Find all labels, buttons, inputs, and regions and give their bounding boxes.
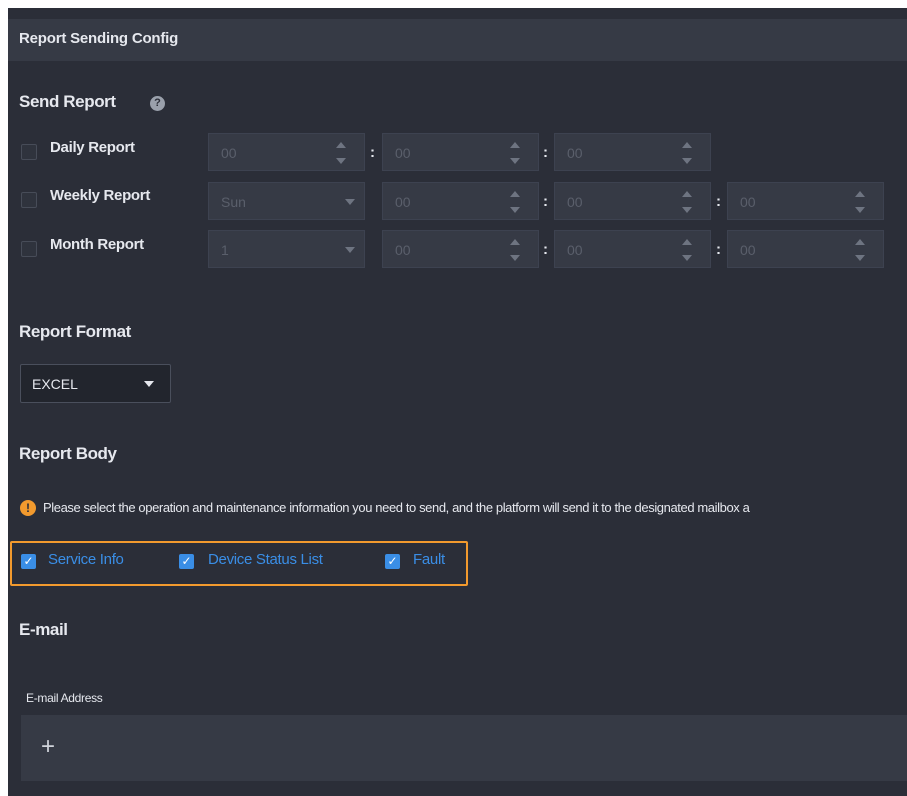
- time-separator: :: [370, 144, 375, 161]
- report-format-value: EXCEL: [32, 376, 78, 392]
- panel-title: Report Sending Config: [19, 30, 179, 47]
- daily-hour-value: 00: [221, 145, 237, 161]
- device-status-list-checkbox[interactable]: ✓: [179, 554, 194, 569]
- time-separator: :: [543, 193, 548, 210]
- weekly-second-value: 00: [740, 194, 756, 210]
- spinner-arrows-icon[interactable]: [510, 239, 520, 261]
- spinner-arrows-icon[interactable]: [682, 239, 692, 261]
- weekly-day-select[interactable]: Sun: [208, 182, 365, 220]
- daily-second-spinner[interactable]: 00: [554, 133, 711, 171]
- month-hour-value: 00: [395, 242, 411, 258]
- weekly-second-spinner[interactable]: 00: [727, 182, 884, 220]
- spinner-arrows-icon[interactable]: [855, 191, 865, 213]
- report-format-select[interactable]: EXCEL: [20, 364, 171, 403]
- report-body-title: Report Body: [19, 444, 117, 463]
- warning-circle-icon: !: [20, 500, 36, 516]
- email-title: E-mail: [19, 620, 68, 639]
- chevron-down-icon: [345, 247, 355, 253]
- fault-checkbox[interactable]: ✓: [385, 554, 400, 569]
- plus-icon[interactable]: +: [41, 732, 55, 762]
- panel-header: Report Sending Config: [8, 19, 907, 61]
- service-info-label[interactable]: Service Info: [48, 551, 124, 568]
- report-body-notice: Please select the operation and maintena…: [43, 500, 750, 515]
- time-separator: :: [543, 144, 548, 161]
- report-sending-config-panel: Report Sending Config Send Report ? Dail…: [8, 8, 907, 796]
- spinner-arrows-icon[interactable]: [855, 239, 865, 261]
- time-separator: :: [716, 193, 721, 210]
- daily-report-label: Daily Report: [50, 139, 135, 156]
- month-hour-spinner[interactable]: 00: [382, 230, 539, 268]
- month-day-select[interactable]: 1: [208, 230, 365, 268]
- report-format-title: Report Format: [19, 322, 131, 341]
- month-second-value: 00: [740, 242, 756, 258]
- chevron-down-icon: [345, 199, 355, 205]
- device-status-list-label[interactable]: Device Status List: [208, 551, 323, 568]
- daily-minute-value: 00: [395, 145, 411, 161]
- weekly-day-value: Sun: [221, 194, 246, 210]
- month-minute-spinner[interactable]: 00: [554, 230, 711, 268]
- daily-hour-spinner[interactable]: 00: [208, 133, 365, 171]
- weekly-hour-value: 00: [395, 194, 411, 210]
- email-address-list[interactable]: +: [21, 715, 907, 781]
- time-separator: :: [543, 241, 548, 258]
- spinner-arrows-icon[interactable]: [336, 142, 346, 164]
- month-report-checkbox[interactable]: [21, 241, 37, 257]
- month-second-spinner[interactable]: 00: [727, 230, 884, 268]
- service-info-checkbox[interactable]: ✓: [21, 554, 36, 569]
- weekly-report-label: Weekly Report: [50, 187, 151, 204]
- spinner-arrows-icon[interactable]: [510, 142, 520, 164]
- weekly-hour-spinner[interactable]: 00: [382, 182, 539, 220]
- fault-label[interactable]: Fault: [413, 551, 445, 568]
- daily-report-checkbox[interactable]: [21, 144, 37, 160]
- weekly-minute-spinner[interactable]: 00: [554, 182, 711, 220]
- weekly-report-checkbox[interactable]: [21, 192, 37, 208]
- chevron-down-icon: [144, 381, 154, 387]
- daily-minute-spinner[interactable]: 00: [382, 133, 539, 171]
- month-day-value: 1: [221, 242, 229, 258]
- spinner-arrows-icon[interactable]: [682, 142, 692, 164]
- spinner-arrows-icon[interactable]: [510, 191, 520, 213]
- spinner-arrows-icon[interactable]: [682, 191, 692, 213]
- daily-second-value: 00: [567, 145, 583, 161]
- time-separator: :: [716, 241, 721, 258]
- month-minute-value: 00: [567, 242, 583, 258]
- weekly-minute-value: 00: [567, 194, 583, 210]
- email-address-label: E-mail Address: [26, 691, 103, 705]
- month-report-label: Month Report: [50, 236, 144, 253]
- send-report-title: Send Report: [19, 92, 116, 111]
- question-circle-icon[interactable]: ?: [150, 96, 165, 111]
